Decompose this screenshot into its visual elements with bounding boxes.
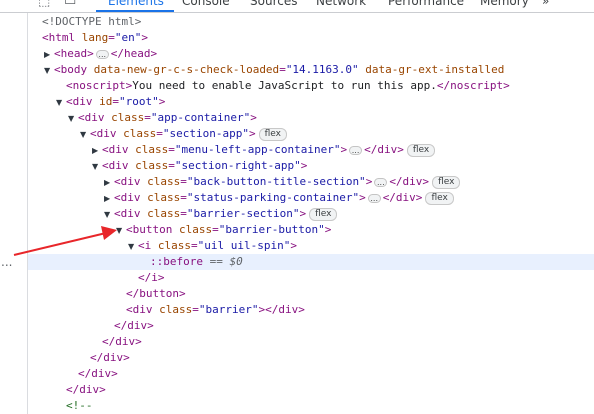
arrow-shaft: [13, 232, 107, 256]
red-annotation-arrow: [13, 226, 117, 256]
arrow-head: [101, 226, 117, 240]
